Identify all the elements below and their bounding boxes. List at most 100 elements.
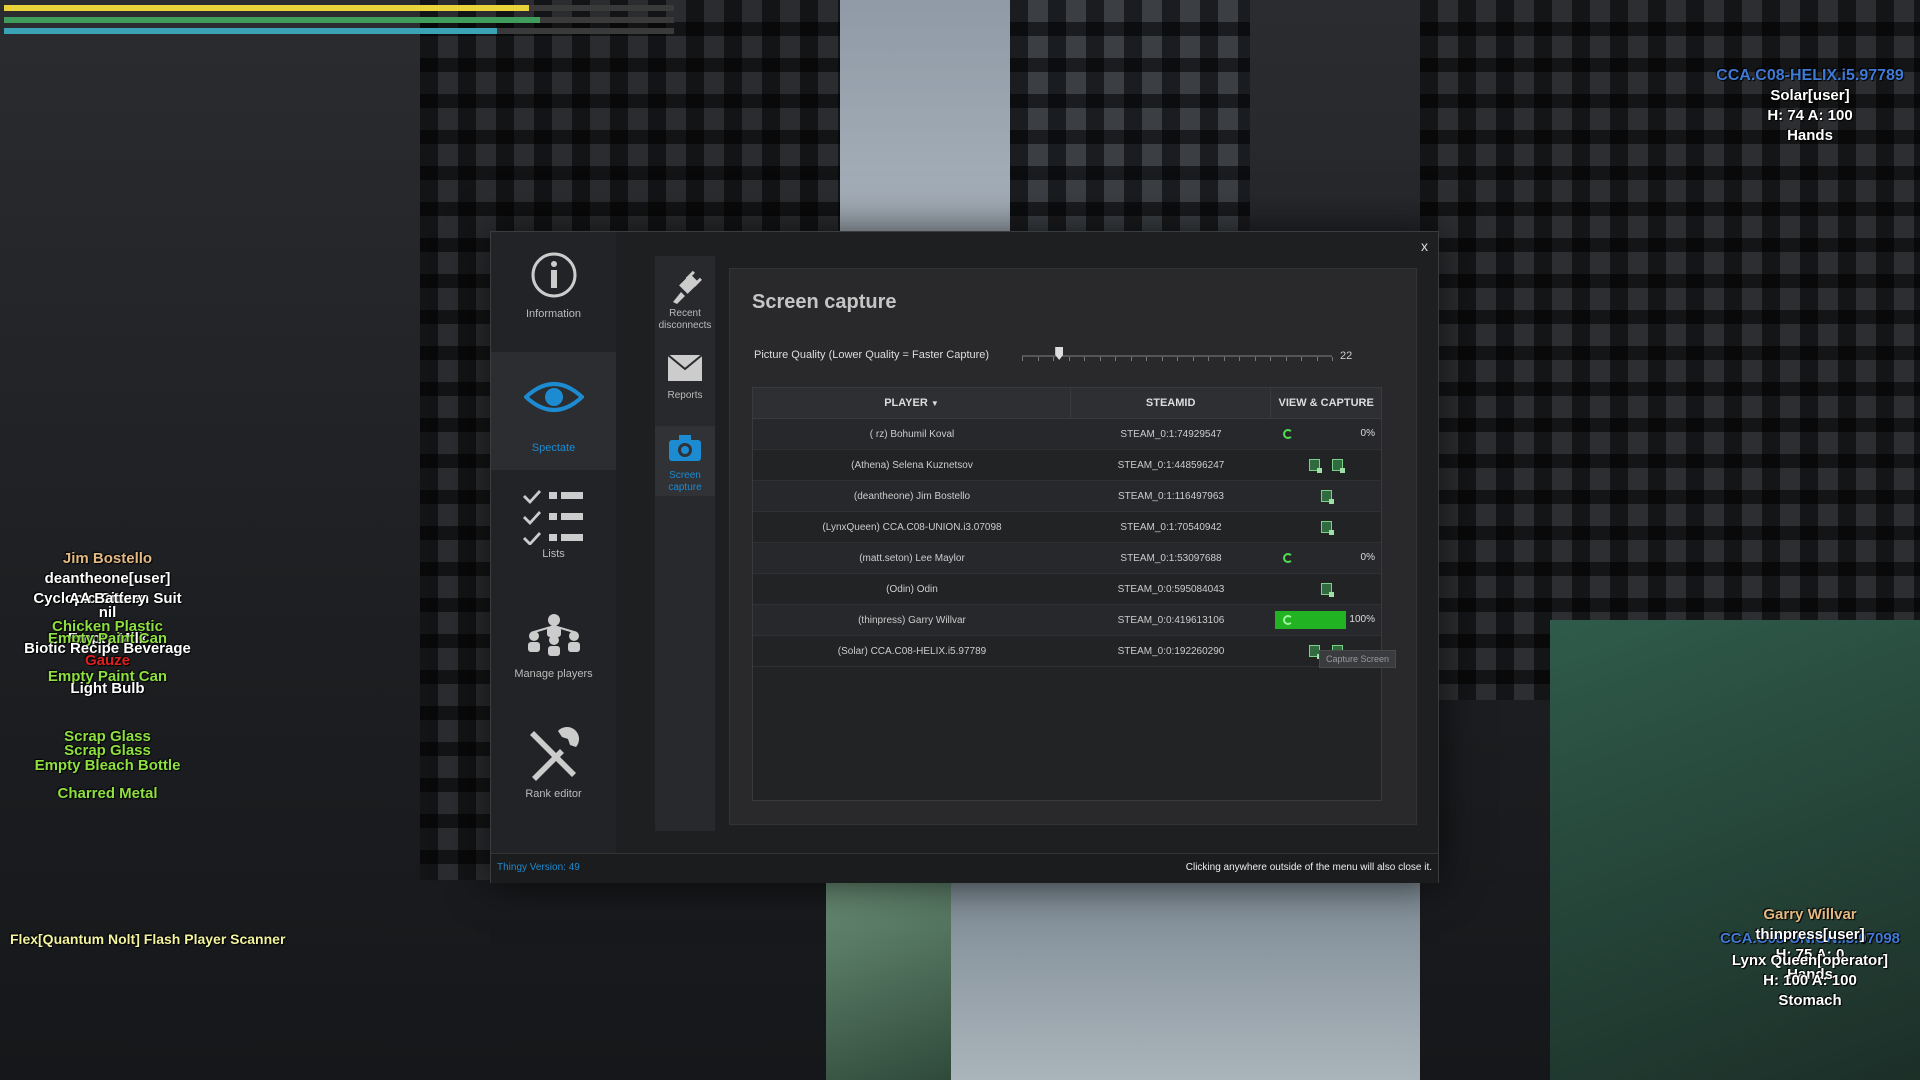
- slider-tick: [1053, 357, 1054, 361]
- quality-slider-knob[interactable]: [1055, 347, 1064, 360]
- table-row[interactable]: (Odin) Odin STEAM_0:0:595084043: [753, 574, 1381, 605]
- loading-spinner-icon: [1283, 429, 1293, 439]
- building-center: [1010, 0, 1250, 260]
- steam-id: STEAM_0:0:419613106: [1117, 614, 1225, 626]
- stamina-bar: [4, 28, 674, 34]
- sidebar: Information Spectate Lists Manage player…: [491, 232, 616, 853]
- capture-progress: 100%: [1349, 614, 1375, 625]
- sidebar-item-label: Spectate: [531, 442, 576, 454]
- capture-tooltip: Capture Screen: [1319, 650, 1397, 668]
- sub-navigation: Recent disconnects Reports Screen captur…: [655, 256, 715, 831]
- world-item-label: Empty Bleach Bottle: [34, 757, 181, 774]
- table-row[interactable]: (Athena) Selena Kuznetsov STEAM_0:1:44859…: [753, 450, 1381, 481]
- view-screen-icon[interactable]: [1309, 459, 1322, 473]
- steam-id: STEAM_0:1:448596247: [1117, 459, 1225, 471]
- menu-footer: Thingy Version: 49 Clicking anywhere out…: [491, 853, 1438, 883]
- slider-tick: [1146, 357, 1147, 361]
- sidebar-item-label: Rank editor: [525, 788, 582, 800]
- capture-progress: 0%: [1360, 428, 1375, 439]
- table-body: ( rz) Bohumil Koval STEAM_0:1:74929547 0%(…: [753, 419, 1381, 667]
- steam-id: STEAM_0:1:70540942: [1120, 521, 1222, 533]
- table-row[interactable]: (matt.seton) Lee Maylor STEAM_0:1:5309768…: [753, 543, 1381, 574]
- subnav-screen-capture[interactable]: Screen capture: [655, 426, 715, 496]
- view-capture-cell: 0%: [1271, 419, 1381, 449]
- table-row[interactable]: (thinpress) Garry Willvar STEAM_0:0:41961…: [753, 605, 1381, 636]
- view-capture-cell: [1271, 481, 1381, 511]
- players-table: PLAYER ▼ STEAMID VIEW & CAPTURE ( rz) Bo…: [752, 387, 1382, 801]
- info-icon: [491, 242, 616, 308]
- capture-screen-icon[interactable]: [1320, 490, 1334, 504]
- column-player[interactable]: PLAYER ▼: [753, 388, 1071, 418]
- top-right-weapon: Hands: [1787, 127, 1833, 144]
- view-capture-cell: 100%: [1271, 605, 1381, 635]
- steam-id: STEAM_0:0:595084043: [1117, 583, 1225, 595]
- poster: [826, 880, 951, 1080]
- close-hint: Clicking anywhere outside of the menu wi…: [1185, 862, 1432, 873]
- admin-menu: x Information Spectate Lists Manage play…: [490, 231, 1439, 883]
- bottom-right-item: Stomach: [1778, 992, 1842, 1009]
- world-item-label: deantheone[user]: [44, 570, 171, 587]
- sidebar-item-spectate[interactable]: Spectate: [491, 352, 616, 470]
- slider-tick: [1332, 357, 1333, 361]
- slider-tick: [1068, 357, 1070, 361]
- capture-screen-icon[interactable]: [1332, 459, 1345, 473]
- subnav-recent-disconnects[interactable]: Recent disconnects: [655, 264, 715, 342]
- subnav-label: Screen capture: [668, 470, 702, 493]
- table-row[interactable]: (Solar) CCA.C08-HELIX.i5.97789 STEAM_0:0:…: [753, 636, 1381, 667]
- world-item-label: Charred Metal: [57, 785, 158, 802]
- capture-screen-icon[interactable]: [1320, 521, 1334, 535]
- column-view-capture[interactable]: VIEW & CAPTURE: [1271, 388, 1381, 418]
- view-capture-cell: [1271, 512, 1381, 542]
- column-steamid[interactable]: STEAMID: [1071, 388, 1272, 418]
- building-right: [1420, 0, 1920, 700]
- bottom-left-label: Flex[Quantum Nolt] Flash Player Scanner: [10, 931, 286, 947]
- quality-slider[interactable]: [1022, 347, 1333, 361]
- top-right-name: CCA.C08-HELIX.i5.97789: [1716, 67, 1904, 84]
- slider-tick: [1239, 357, 1240, 361]
- loading-spinner-icon: [1283, 553, 1293, 563]
- top-right-stats: H: 74 A: 100: [1767, 107, 1853, 124]
- quality-value: 22: [1340, 350, 1353, 362]
- slider-tick: [1130, 357, 1132, 361]
- version-label: Thingy Version: 49: [497, 862, 580, 873]
- subnav-reports[interactable]: Reports: [655, 346, 715, 424]
- armor-fill: [4, 17, 540, 23]
- slider-tick: [1208, 357, 1209, 361]
- sidebar-item-rank-editor[interactable]: Rank editor: [491, 722, 616, 832]
- bottom-right-stats2: H: 100 A: 100: [1763, 972, 1857, 989]
- column-player-label: PLAYER: [884, 397, 928, 409]
- close-button[interactable]: x: [1421, 238, 1428, 254]
- player-name: (LynxQueen) CCA.C08-UNION.i3.07098: [822, 521, 1002, 533]
- sort-down-icon: ▼: [930, 398, 939, 408]
- plug-icon: [655, 264, 715, 308]
- table-row[interactable]: (deantheone) Jim Bostello STEAM_0:1:11649…: [753, 481, 1381, 512]
- sidebar-item-manage-players[interactable]: Manage players: [491, 602, 616, 712]
- player-name: (Athena) Selena Kuznetsov: [851, 459, 973, 471]
- green-wall: [1550, 620, 1920, 1080]
- stamina-fill: [4, 28, 498, 34]
- slider-tick: [1301, 357, 1302, 361]
- tools-icon: [491, 722, 616, 788]
- player-name: (Odin) Odin: [886, 583, 938, 595]
- steam-id: STEAM_0:0:192260290: [1117, 645, 1225, 657]
- table-row[interactable]: (LynxQueen) CCA.C08-UNION.i3.07098 STEAM_…: [753, 512, 1381, 543]
- table-row[interactable]: ( rz) Bohumil Koval STEAM_0:1:74929547 0%: [753, 419, 1381, 450]
- slider-tick: [1115, 357, 1116, 361]
- slider-tick: [1177, 357, 1178, 361]
- slider-tick: [1254, 357, 1256, 361]
- player-name: ( rz) Bohumil Koval: [869, 428, 955, 440]
- sidebar-item-label: Lists: [542, 548, 565, 560]
- armor-bar: [4, 17, 674, 23]
- sidebar-item-information[interactable]: Information: [491, 242, 616, 352]
- world-item-label: Light Bulb: [70, 680, 145, 697]
- slider-tick: [1316, 357, 1318, 361]
- world-item-label: Gauze: [84, 652, 130, 669]
- quality-label: Picture Quality (Lower Quality = Faster …: [754, 349, 990, 361]
- sidebar-item-lists[interactable]: Lists: [491, 482, 616, 592]
- capture-screen-icon[interactable]: [1320, 583, 1334, 597]
- view-capture-cell: [1271, 574, 1381, 604]
- eye-icon: [491, 352, 616, 442]
- world-item-label: Jim Bostello: [62, 550, 153, 567]
- loading-spinner-icon: [1283, 615, 1293, 625]
- list-icon: [491, 482, 616, 548]
